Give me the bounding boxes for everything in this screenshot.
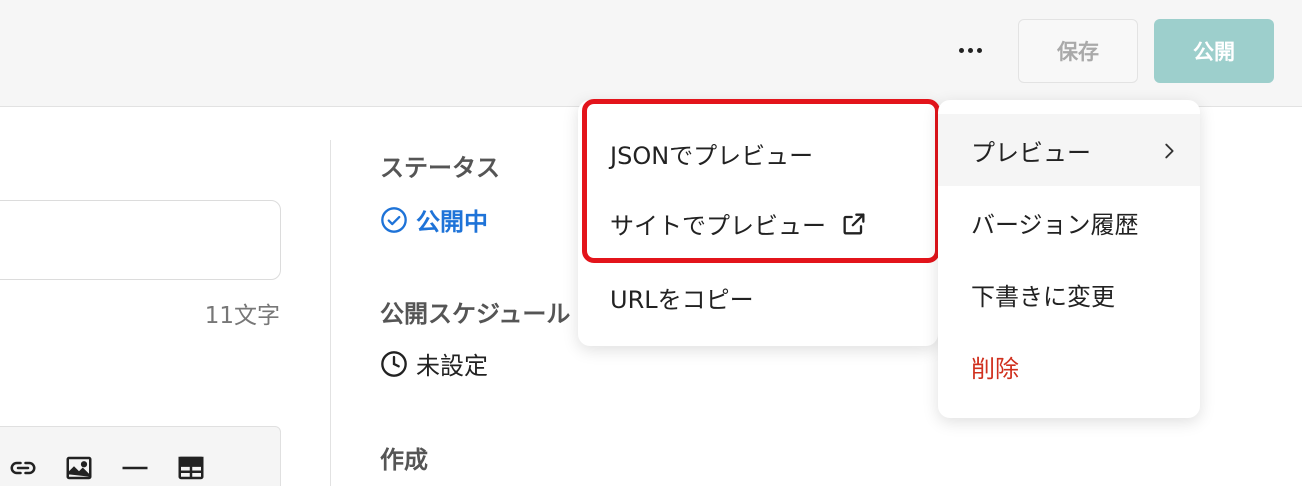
check-circle-icon: [381, 206, 407, 233]
menu-item-label: バージョン履歴: [971, 210, 1139, 239]
status-heading: ステータス: [380, 154, 500, 182]
image-icon[interactable]: [64, 453, 94, 483]
chevron-right-icon: [1165, 143, 1174, 159]
table-icon[interactable]: [176, 453, 206, 483]
menu-item-label: プレビュー: [971, 138, 1091, 167]
title-input[interactable]: [0, 200, 281, 280]
submenu-item-label: URLをコピー: [610, 286, 754, 314]
preview-submenu: JSONでプレビュー サイトでプレビュー URLをコピー: [578, 100, 938, 346]
created-heading: 作成: [380, 446, 428, 474]
status-value-row: 公開中: [380, 202, 488, 237]
menu-item-delete[interactable]: 削除: [938, 330, 1200, 402]
menu-item-version-history[interactable]: バージョン履歴: [938, 186, 1200, 258]
schedule-value-row: 未設定: [380, 346, 488, 381]
more-options-menu: プレビュー バージョン履歴 下書きに変更 削除: [938, 100, 1200, 418]
schedule-value: 未設定: [416, 352, 488, 380]
clock-icon: [381, 350, 407, 377]
more-options-button[interactable]: [946, 30, 994, 70]
publish-button[interactable]: 公開: [1154, 19, 1274, 83]
submenu-item-copy-url[interactable]: URLをコピー: [610, 280, 754, 315]
char-count: 11文字: [204, 303, 280, 329]
menu-item-label: 削除: [971, 354, 1019, 383]
submenu-item-label: JSONでプレビュー: [610, 142, 814, 170]
schedule-heading: 公開スケジュール: [380, 300, 571, 328]
link-icon[interactable]: [8, 453, 38, 483]
external-link-icon: [843, 213, 865, 234]
content-divider: [330, 140, 331, 486]
submenu-item-site-preview[interactable]: サイトでプレビュー: [610, 206, 868, 241]
horizontal-rule-icon[interactable]: [120, 453, 150, 483]
menu-item-label: 下書きに変更: [971, 282, 1115, 311]
status-value: 公開中: [416, 208, 488, 236]
submenu-item-json-preview[interactable]: JSONでプレビュー: [610, 136, 813, 171]
menu-item-preview[interactable]: プレビュー: [938, 114, 1200, 186]
submenu-item-label: サイトでプレビュー: [610, 212, 826, 240]
save-button[interactable]: 保存: [1018, 19, 1138, 83]
menu-item-change-to-draft[interactable]: 下書きに変更: [938, 258, 1200, 330]
more-horizontal-icon: [958, 47, 964, 53]
